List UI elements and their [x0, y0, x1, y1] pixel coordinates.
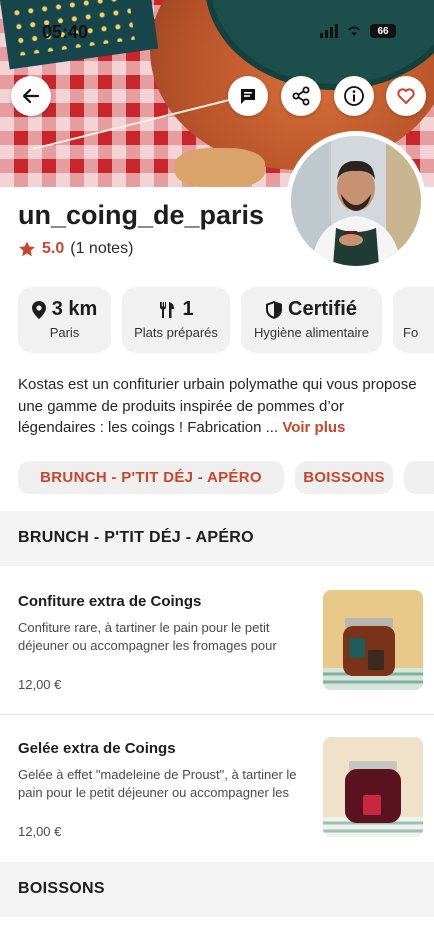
- stat-distance: 3 km Paris: [18, 287, 111, 353]
- stat-value: Certifié: [288, 298, 357, 320]
- product-description: Gelée à effet "madeleine de Proust", à t…: [18, 767, 297, 800]
- back-button[interactable]: [11, 76, 51, 116]
- stat-label: Fo: [403, 325, 419, 340]
- product-image: [323, 590, 423, 690]
- see-more-link[interactable]: Voir plus: [282, 419, 345, 436]
- message-button[interactable]: [228, 76, 268, 116]
- product-name: Gelée extra de Coings: [18, 740, 176, 757]
- share-button[interactable]: [281, 76, 321, 116]
- status-time: 05:40: [42, 22, 89, 42]
- category-chip-partial[interactable]: [404, 461, 434, 494]
- bread-slice: [175, 148, 265, 187]
- section-title: BOISSONS: [18, 880, 105, 897]
- chef-portrait: [291, 136, 421, 266]
- info-icon: [344, 86, 364, 106]
- wifi-icon: [347, 26, 361, 36]
- product-description: Confiture rare, à tartiner le pain pour …: [18, 620, 277, 653]
- product-price: 12,00 €: [18, 824, 62, 839]
- fork-knife-icon: [160, 301, 175, 318]
- battery-icon: 66: [370, 24, 396, 38]
- description-text: Kostas est un confiturier urbain polymat…: [18, 376, 417, 436]
- location-pin-icon: [31, 300, 46, 319]
- message-icon: [241, 89, 255, 104]
- category-chip-boissons[interactable]: BOISSONS: [295, 461, 393, 494]
- stat-hygiene: Certifié Hygiène alimentaire: [241, 287, 382, 353]
- product-name: Confiture extra de Coings: [18, 593, 202, 610]
- rating[interactable]: 5.0 (1 notes): [18, 240, 133, 258]
- status-bar: 05:40 66: [0, 0, 434, 60]
- page-title: un_coing_de_paris: [18, 200, 265, 230]
- stat-value: 1: [182, 298, 194, 320]
- rating-count: (1 notes): [70, 240, 134, 257]
- category-tabs[interactable]: BRUNCH - P'TIT DÉJ - APÉRO BOISSONS: [18, 461, 434, 494]
- status-icons: 66: [320, 24, 396, 38]
- stat-label: Hygiène alimentaire: [254, 325, 369, 340]
- section-header: BOISSONS: [0, 862, 434, 917]
- avatar: [286, 131, 426, 271]
- info-button[interactable]: [334, 76, 374, 116]
- heart-icon: [397, 88, 415, 104]
- signal-icon: [320, 24, 338, 38]
- section-title: BRUNCH - P'TIT DÉJ - APÉRO: [18, 529, 254, 546]
- share-icon: [292, 86, 310, 106]
- star-icon: [19, 241, 35, 257]
- section-header: BRUNCH - P'TIT DÉJ - APÉRO: [0, 511, 434, 566]
- category-chip-brunch[interactable]: BRUNCH - P'TIT DÉJ - APÉRO: [18, 461, 284, 494]
- product-image: [323, 737, 423, 837]
- product-price: 12,00 €: [18, 677, 62, 692]
- rating-value: 5.0: [42, 240, 65, 257]
- product-card[interactable]: Confiture extra de Coings Confiture rare…: [0, 569, 434, 711]
- stat-dishes: 1 Plats préparés: [122, 287, 230, 353]
- stat-value: 3 km: [51, 298, 98, 320]
- stat-partial: Fo: [393, 287, 434, 353]
- arrow-left-icon: [22, 88, 40, 104]
- stat-label: Paris: [49, 325, 80, 340]
- stats-carousel[interactable]: 3 km Paris 1 Plats préparés Certifié Hyg…: [18, 287, 434, 353]
- product-card[interactable]: Gelée extra de Coings Gelée à effet "mad…: [0, 716, 434, 858]
- stat-label: Plats préparés: [134, 325, 218, 340]
- divider: [0, 714, 434, 715]
- shield-check-icon: [266, 300, 283, 319]
- description: Kostas est un confiturier urbain polymat…: [18, 374, 423, 439]
- favorite-button[interactable]: [386, 76, 426, 116]
